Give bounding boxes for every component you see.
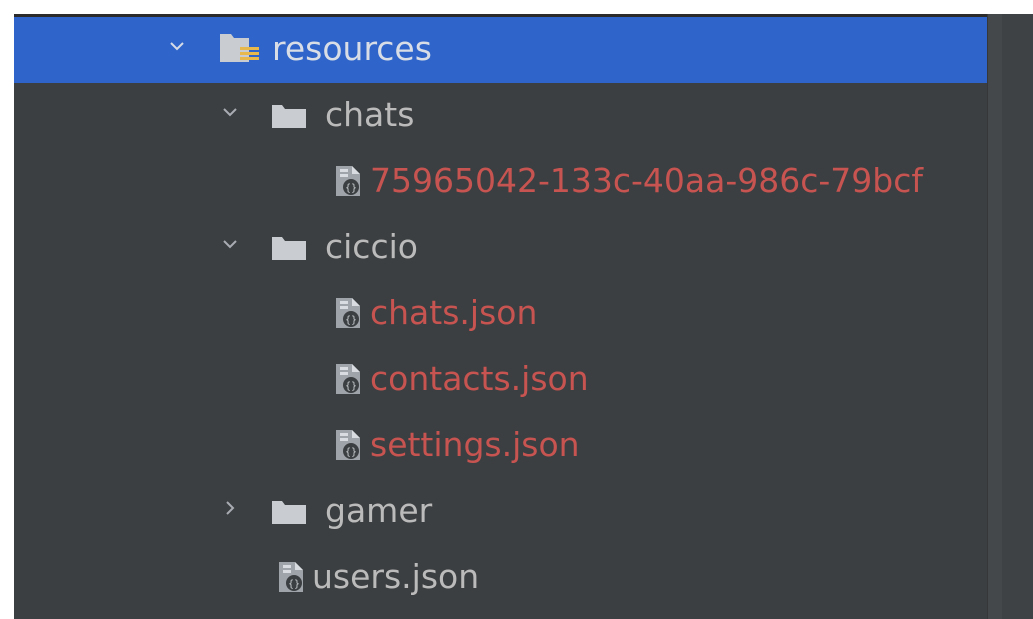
chevron-down-icon[interactable] bbox=[219, 233, 241, 255]
tree-item-label: users.json bbox=[312, 557, 480, 596]
json-file-icon: {} bbox=[336, 166, 360, 196]
tree-item-chats-json[interactable]: {} chats.json bbox=[14, 281, 986, 347]
resources-folder-icon bbox=[220, 34, 259, 62]
project-tree: resources chats {} 75965042-133c-40aa-98… bbox=[14, 17, 1033, 619]
side-gutter bbox=[1002, 14, 1033, 619]
svg-text:{}: {} bbox=[345, 381, 357, 392]
svg-text:{}: {} bbox=[345, 183, 357, 194]
tree-item-chats[interactable]: chats bbox=[14, 83, 986, 149]
chevron-down-icon[interactable] bbox=[166, 35, 188, 57]
json-file-icon: {} bbox=[336, 430, 360, 460]
folder-icon bbox=[272, 501, 306, 524]
tree-item-label: settings.json bbox=[370, 425, 580, 464]
tree-item-ciccio[interactable]: ciccio bbox=[14, 215, 986, 281]
folder-icon bbox=[272, 105, 306, 128]
chevron-right-icon[interactable] bbox=[219, 497, 241, 519]
project-tree-panel: resources chats {} 75965042-133c-40aa-98… bbox=[14, 14, 1033, 619]
tree-item-gamer[interactable]: gamer bbox=[14, 479, 986, 545]
tree-item-label: gamer bbox=[325, 491, 433, 530]
tree-item-label: resources bbox=[272, 29, 432, 68]
svg-text:{}: {} bbox=[288, 579, 300, 590]
svg-text:{}: {} bbox=[345, 447, 357, 458]
json-file-icon: {} bbox=[336, 298, 360, 328]
tree-item-settings-json[interactable]: {} settings.json bbox=[14, 413, 986, 479]
tree-item-chat-file[interactable]: {} 75965042-133c-40aa-986c-79bcf bbox=[14, 149, 986, 215]
tree-item-resources[interactable]: resources bbox=[14, 17, 1033, 83]
tree-item-users-json[interactable]: {} users.json bbox=[14, 545, 986, 611]
json-file-icon: {} bbox=[279, 562, 303, 592]
tree-item-label: contacts.json bbox=[370, 359, 589, 398]
json-file-icon: {} bbox=[336, 364, 360, 394]
tree-item-label: 75965042-133c-40aa-986c-79bcf bbox=[370, 161, 923, 200]
tree-item-label: ciccio bbox=[325, 227, 418, 266]
folder-icon bbox=[272, 237, 306, 260]
vertical-scrollbar[interactable] bbox=[987, 14, 1002, 619]
chevron-down-icon[interactable] bbox=[219, 101, 241, 123]
tree-item-label: chats bbox=[325, 95, 415, 134]
svg-text:{}: {} bbox=[345, 315, 357, 326]
tree-item-contacts-json[interactable]: {} contacts.json bbox=[14, 347, 986, 413]
tree-item-label: chats.json bbox=[370, 293, 538, 332]
